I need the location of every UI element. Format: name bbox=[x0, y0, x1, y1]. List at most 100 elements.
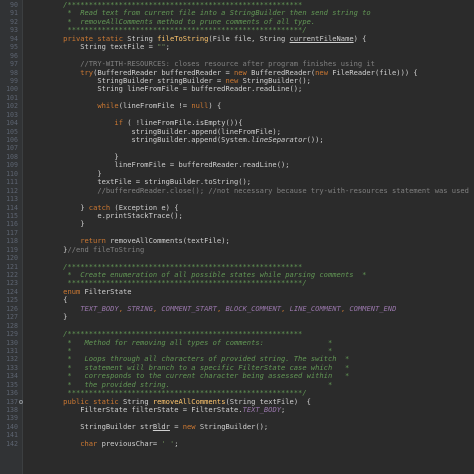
code-line[interactable]: 102 while(lineFromFile != null) { bbox=[0, 102, 474, 111]
code-line[interactable]: 126 TEXT_BODY, STRING, COMMENT_START, BL… bbox=[0, 303, 474, 313]
code-token: null bbox=[191, 101, 209, 111]
code-token: COMMENT_END bbox=[349, 303, 397, 313]
line-number: 130 bbox=[6, 338, 18, 347]
code-token: StringBuilder(); bbox=[199, 421, 269, 431]
line-number: 141 bbox=[6, 431, 18, 440]
code-line[interactable]: 142 char previousChar= ' '; bbox=[0, 438, 474, 448]
code-line[interactable]: 119 }//end fileToString bbox=[0, 244, 474, 254]
code-line[interactable]: 124 enum FilterState bbox=[0, 286, 474, 296]
code-token: "" bbox=[157, 42, 166, 52]
code-line[interactable]: 106 stringBuilder.append(System.lineSepa… bbox=[0, 135, 474, 144]
code-token: Bldr bbox=[152, 421, 170, 431]
code-line[interactable]: 140 StringBuilder strBldr = new StringBu… bbox=[0, 421, 474, 431]
code-line[interactable]: 112 //bufferedReader.close(); //not nece… bbox=[0, 185, 474, 195]
line-number: 113 bbox=[6, 195, 18, 204]
line-number: 101 bbox=[6, 93, 18, 102]
line-number: 122 bbox=[6, 271, 18, 279]
code-token: char bbox=[80, 438, 102, 448]
line-number: 128 bbox=[6, 321, 18, 330]
code-text: while(lineFromFile != null) { bbox=[29, 102, 221, 110]
line-number: 132 bbox=[6, 355, 18, 364]
code-token: stringBuilder.append(System. bbox=[29, 135, 252, 144]
override-marker-icon[interactable] bbox=[19, 399, 23, 404]
code-text: } bbox=[29, 220, 84, 228]
code-text: //bufferedReader.close(); //not necessar… bbox=[29, 185, 469, 195]
line-number: 103 bbox=[6, 110, 18, 119]
code-text: char previousChar= ' '; bbox=[29, 438, 179, 448]
line-number: 129 bbox=[6, 330, 18, 339]
code-editor[interactable]: 90 /************************************… bbox=[0, 0, 474, 474]
line-number: 109 bbox=[6, 161, 18, 170]
line-number: 124 bbox=[6, 287, 18, 296]
line-number: 136 bbox=[6, 389, 18, 398]
code-line[interactable]: 127 } bbox=[0, 312, 474, 322]
line-number: 100 bbox=[6, 85, 18, 94]
line-number: 107 bbox=[6, 144, 18, 153]
line-number: 97 bbox=[10, 60, 18, 69]
code-token: FileReader(file))) { bbox=[332, 67, 418, 77]
code-token: new bbox=[182, 421, 200, 431]
line-number: 126 bbox=[6, 304, 18, 313]
code-token: ; bbox=[280, 405, 286, 414]
code-token: ; bbox=[174, 438, 179, 448]
line-number: 95 bbox=[10, 43, 18, 52]
code-line[interactable]: 95 String textFile = ""; bbox=[0, 42, 474, 52]
line-number: 118 bbox=[6, 237, 18, 246]
line-number: 91 bbox=[10, 9, 18, 18]
code-text: String lineFromFile = bufferedReader.rea… bbox=[29, 85, 302, 93]
line-number: 137 bbox=[6, 397, 18, 406]
code-token: //bufferedReader.close(); //not necessar… bbox=[29, 185, 469, 195]
code-token: new bbox=[315, 67, 333, 77]
code-line[interactable]: 116 } bbox=[0, 220, 474, 229]
code-token: , bbox=[118, 303, 128, 313]
code-text: FilterState filterState = FilterState.TE… bbox=[29, 405, 286, 414]
line-number: 96 bbox=[10, 51, 18, 60]
code-text: }//end fileToString bbox=[29, 244, 145, 254]
code-token: lineSeparator bbox=[251, 135, 307, 144]
line-number: 127 bbox=[6, 313, 18, 322]
code-text: StringBuilder strBldr = new StringBuilde… bbox=[29, 421, 269, 431]
line-number: 115 bbox=[6, 211, 18, 220]
line-number: 123 bbox=[6, 279, 18, 288]
line-number: 105 bbox=[6, 127, 18, 136]
code-token: ()); bbox=[306, 135, 324, 144]
code-token: STRING bbox=[127, 303, 153, 313]
code-token: while bbox=[97, 101, 119, 111]
line-number: 106 bbox=[6, 136, 18, 144]
line-number: 92 bbox=[10, 17, 18, 26]
code-token: (File file, String bbox=[208, 33, 290, 43]
line-number: 104 bbox=[6, 119, 18, 128]
line-number: 142 bbox=[6, 439, 18, 448]
code-token: currentFileName bbox=[289, 33, 354, 43]
code-line[interactable]: 138 FilterState filterState = FilterStat… bbox=[0, 405, 474, 414]
line-number: 93 bbox=[10, 26, 18, 35]
line-number: 112 bbox=[6, 186, 18, 195]
code-text: TEXT_BODY, STRING, COMMENT_START, BLOCK_… bbox=[29, 303, 397, 313]
code-token: , bbox=[281, 303, 290, 313]
line-number: 135 bbox=[6, 380, 18, 389]
code-token: TEXT_BODY bbox=[80, 303, 119, 313]
line-number: 119 bbox=[6, 245, 18, 254]
code-token: ' ' bbox=[161, 438, 175, 448]
code-token: //end fileToString bbox=[67, 244, 145, 254]
line-number: 102 bbox=[6, 102, 18, 111]
line-number: 99 bbox=[10, 76, 18, 85]
code-token: ; bbox=[165, 42, 170, 52]
code-line[interactable]: 100 String lineFromFile = bufferedReader… bbox=[0, 85, 474, 94]
code-token: previousChar= bbox=[101, 438, 162, 448]
code-text: stringBuilder.append(System.lineSeparato… bbox=[29, 135, 324, 144]
line-number: 98 bbox=[10, 68, 18, 77]
code-token: LINE_COMMENT bbox=[289, 303, 341, 313]
line-number: 131 bbox=[6, 346, 18, 355]
line-number: 125 bbox=[6, 296, 18, 305]
code-token: FilterState bbox=[84, 286, 132, 296]
line-number: 111 bbox=[6, 178, 18, 187]
code-token: (lineFromFile != bbox=[118, 101, 192, 111]
line-number: 121 bbox=[6, 262, 18, 271]
line-number: 138 bbox=[6, 406, 18, 414]
line-number: 116 bbox=[6, 220, 18, 229]
code-token: TEXT_BODY bbox=[242, 405, 281, 414]
line-number: 139 bbox=[6, 414, 18, 423]
